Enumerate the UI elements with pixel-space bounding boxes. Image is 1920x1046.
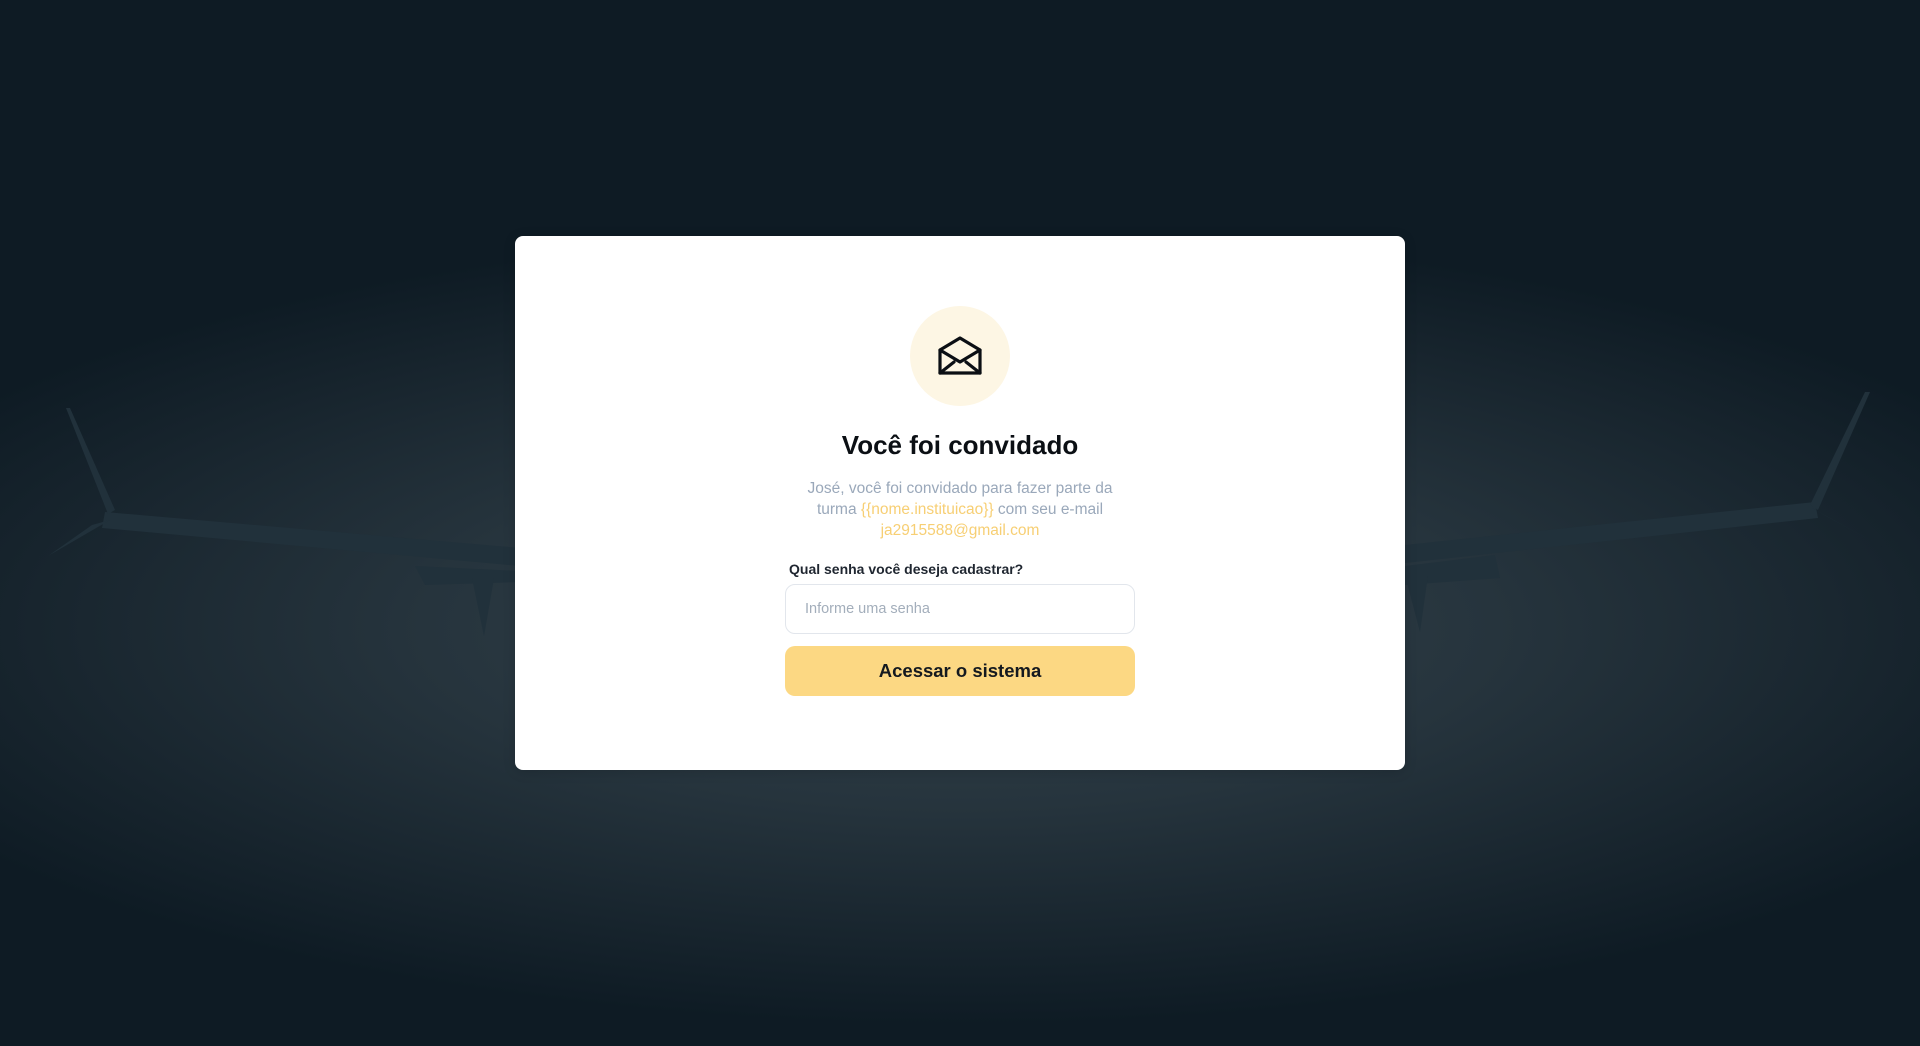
- description-text-middle: com seu e-mail: [993, 501, 1104, 518]
- invite-description: José, você foi convidado para fazer part…: [795, 478, 1125, 541]
- envelope-open-icon: [938, 336, 982, 375]
- password-label: Qual senha você deseja cadastrar?: [789, 561, 1024, 577]
- password-input[interactable]: [785, 584, 1135, 634]
- envelope-icon-circle: [910, 306, 1010, 406]
- invite-content: Você foi convidado José, você foi convid…: [785, 306, 1135, 696]
- invited-email: ja2915588@gmail.com: [880, 522, 1040, 539]
- access-system-button[interactable]: Acessar o sistema: [785, 646, 1135, 696]
- institution-name: {{nome.instituicao}}: [860, 501, 994, 518]
- left-wing: [48, 408, 520, 636]
- right-wing: [1405, 392, 1884, 632]
- page-title: Você foi convidado: [841, 430, 1079, 460]
- invite-card: Você foi convidado José, você foi convid…: [515, 236, 1405, 770]
